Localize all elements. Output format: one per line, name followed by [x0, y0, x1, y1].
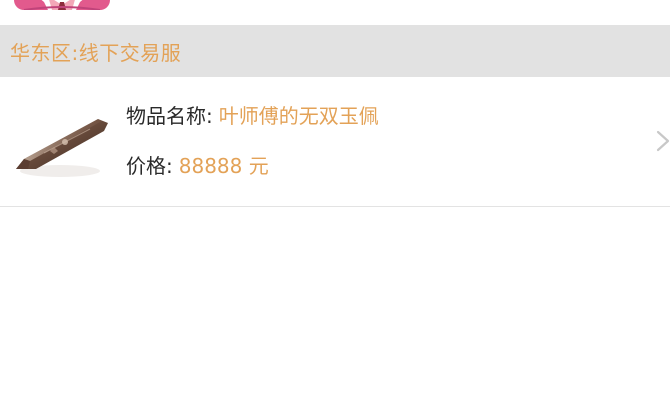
region-title: 华东区:线下交易服	[10, 40, 182, 65]
item-price-label: 价格:	[126, 154, 173, 178]
avatar[interactable]	[14, 0, 110, 10]
chevron-right-icon[interactable]	[656, 126, 670, 156]
jade-pendant-icon	[10, 113, 114, 183]
item-name-line: 物品名称: 叶师傅的无双玉佩	[126, 100, 630, 132]
avatar-strip	[0, 0, 670, 24]
region-header: 华东区:线下交易服	[0, 25, 670, 77]
item-price-value: 88888 元	[178, 154, 269, 178]
item-name-value: 叶师傅的无双玉佩	[218, 104, 379, 128]
item-price-line: 价格: 88888 元	[126, 150, 630, 182]
item-name-label: 物品名称:	[126, 104, 213, 128]
trade-page: 华东区:线下交易服 物品名称: 叶师傅的无双玉佩 价格: 88888 元	[0, 0, 670, 415]
trade-item-row[interactable]: 物品名称: 叶师傅的无双玉佩 价格: 88888 元	[0, 78, 670, 207]
item-details: 物品名称: 叶师傅的无双玉佩 价格: 88888 元	[126, 100, 630, 200]
